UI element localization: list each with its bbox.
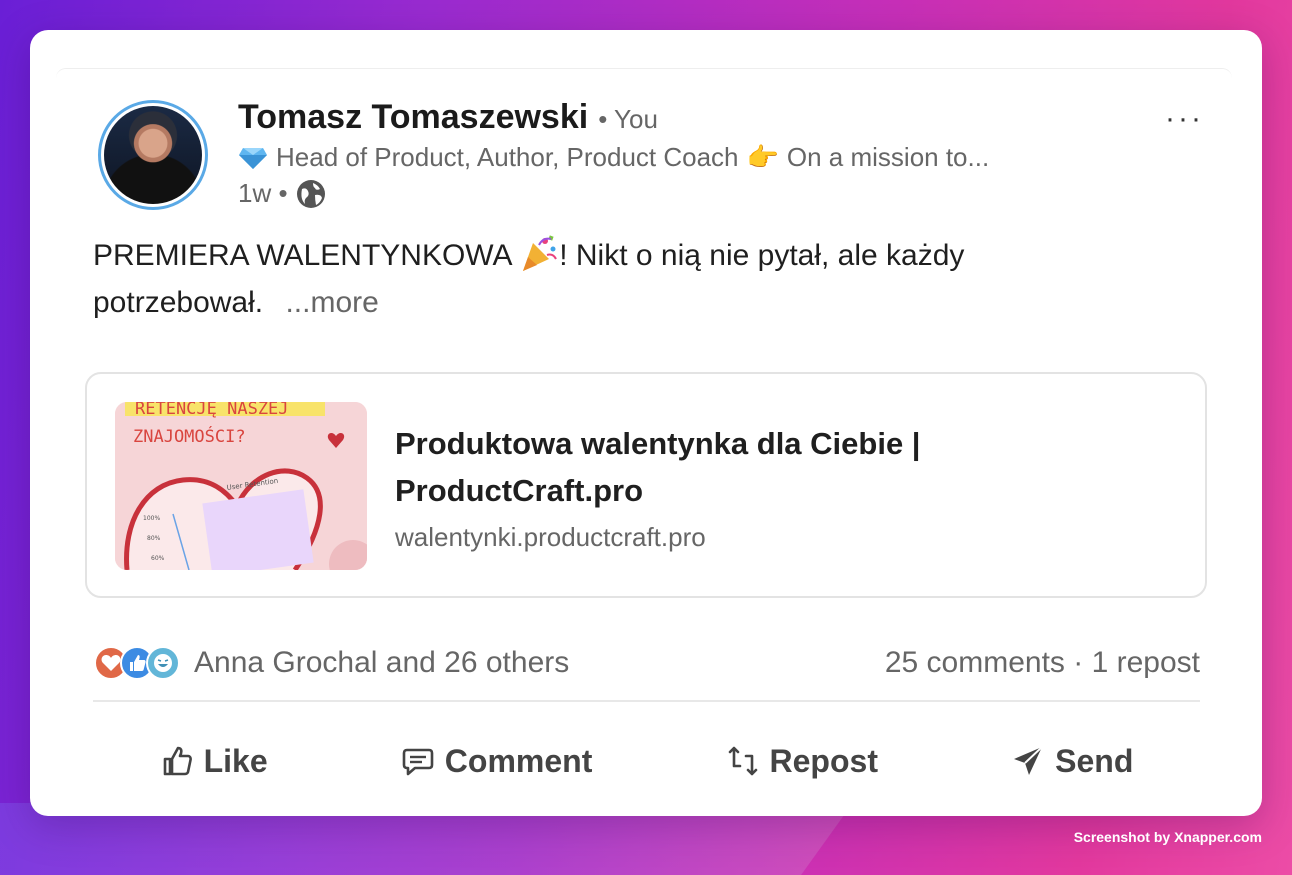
like-label: Like bbox=[203, 742, 268, 779]
author-name[interactable]: Tomasz Tomaszewski bbox=[238, 98, 588, 137]
comment-icon bbox=[402, 748, 434, 776]
repost-label: Repost bbox=[769, 742, 878, 779]
comment-button[interactable]: Comment bbox=[401, 742, 593, 780]
like-icon bbox=[163, 746, 192, 776]
actions-divider bbox=[93, 700, 1200, 702]
avatar[interactable] bbox=[98, 100, 208, 210]
link-preview-thumbnail: RETENCJĘ NASZEJ ZNAJOMOŚCI? User Retenti… bbox=[115, 402, 367, 570]
thumb-chart-area bbox=[202, 489, 314, 570]
reposts-count[interactable]: 1 repost bbox=[1092, 646, 1200, 679]
thumb-axis-0: 100% bbox=[143, 515, 160, 522]
more-options-button[interactable]: ··· bbox=[1165, 104, 1204, 134]
thumb-line1: RETENCJĘ NASZEJ bbox=[135, 402, 289, 419]
link-preview-domain: walentynki.productcraft.pro bbox=[395, 522, 706, 552]
like-button[interactable]: Like bbox=[160, 743, 268, 780]
post-body: PREMIERA WALENTYNKOWA ! Nikt o nią nie p… bbox=[93, 232, 1093, 326]
thumb-axis-2: 60% bbox=[151, 555, 165, 562]
thumb-axis-1: 80% bbox=[147, 535, 161, 542]
counts-separator: · bbox=[1064, 646, 1092, 679]
author-line: Tomasz Tomaszewski • You bbox=[238, 98, 658, 137]
author-headline: Head of Product, Author, Product Coach 👉… bbox=[238, 142, 989, 173]
card-top-edge bbox=[56, 68, 1232, 78]
engagement-counts: 25 comments · 1 repost bbox=[885, 646, 1200, 680]
post-card: Tomasz Tomaszewski • You Head of Product… bbox=[30, 30, 1262, 816]
headline-suffix: On a mission to... bbox=[786, 142, 990, 172]
globe-icon bbox=[296, 179, 325, 208]
repost-icon bbox=[728, 746, 757, 776]
link-preview-card[interactable]: RETENCJĘ NASZEJ ZNAJOMOŚCI? User Retenti… bbox=[85, 372, 1207, 598]
post-time: 1w • bbox=[238, 178, 288, 208]
thumb-line2: ZNAJOMOŚCI? bbox=[133, 425, 246, 447]
send-label: Send bbox=[1055, 742, 1134, 779]
post-meta: 1w • bbox=[238, 178, 326, 209]
link-preview-title[interactable]: Produktowa walentynka dla Ciebie | Produ… bbox=[395, 420, 1035, 514]
reactions-text[interactable]: Anna Grochal and 26 others bbox=[194, 646, 569, 680]
watermark: Screenshot by Xnapper.com bbox=[1073, 829, 1262, 845]
pointing-hand-icon: 👉 bbox=[746, 142, 779, 172]
repost-button[interactable]: Repost bbox=[726, 743, 878, 780]
diamond-icon bbox=[239, 147, 267, 169]
send-button[interactable]: Send bbox=[1011, 743, 1133, 780]
reactions-summary[interactable]: Anna Grochal and 26 others bbox=[94, 646, 569, 680]
comment-label: Comment bbox=[444, 742, 593, 779]
funny-icon bbox=[146, 646, 180, 680]
comments-count[interactable]: 25 comments bbox=[885, 646, 1065, 679]
send-icon bbox=[1014, 746, 1043, 775]
action-bar: Like Comment Repost Send bbox=[93, 730, 1200, 792]
headline-prefix: Head of Product, Author, Product Coach bbox=[276, 142, 739, 172]
see-more-link[interactable]: ...more bbox=[285, 286, 378, 319]
avatar-photo bbox=[104, 106, 202, 204]
post-body-part1: PREMIERA WALENTYNKOWA bbox=[93, 239, 511, 272]
author-relation: • You bbox=[598, 104, 658, 134]
thumbnail-illustration: RETENCJĘ NASZEJ ZNAJOMOŚCI? User Retenti… bbox=[115, 402, 367, 570]
reaction-icons bbox=[94, 646, 180, 680]
party-popper-icon bbox=[523, 235, 558, 271]
